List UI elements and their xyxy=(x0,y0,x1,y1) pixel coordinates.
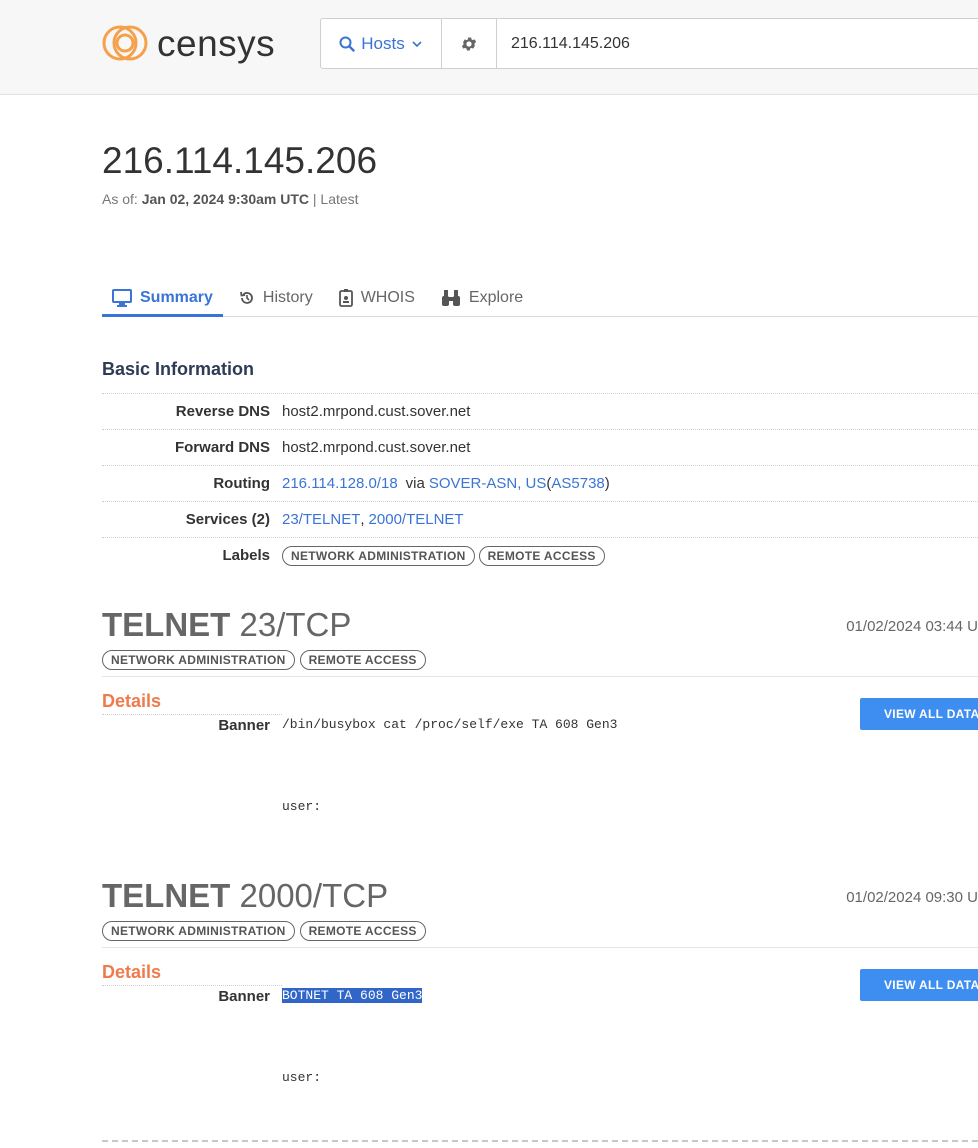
details-title: Details xyxy=(102,691,282,715)
service-link-2000[interactable]: 2000/TELNET xyxy=(369,511,464,528)
reverse-dns-value: host2.mrpond.cust.sover.net xyxy=(282,403,471,420)
search-input[interactable] xyxy=(497,19,978,68)
search-type-dropdown[interactable]: Hosts xyxy=(321,19,442,68)
services-separator: , xyxy=(360,511,365,528)
label-pill[interactable]: NETWORK ADMINISTRATION xyxy=(282,545,475,566)
banner-key: Banner xyxy=(218,717,270,734)
service-block-2000: TELNET 2000/TCP 01/02/2024 09:30 U NETWO… xyxy=(102,877,978,1085)
asn-number-link[interactable]: AS5738 xyxy=(551,475,604,492)
gear-icon xyxy=(461,36,477,51)
tab-explore-label: Explore xyxy=(468,289,524,306)
binoculars-icon xyxy=(441,290,460,306)
search-icon xyxy=(339,36,355,52)
banner-row: Banner /bin/busybox cat /proc/self/exe T… xyxy=(102,717,978,814)
tab-whois-label: WHOIS xyxy=(360,289,415,306)
service-port: 23/TCP xyxy=(239,606,352,643)
page-title: 216.114.145.206 xyxy=(102,140,378,181)
asn-close-paren: ) xyxy=(604,475,610,492)
label-pill[interactable]: NETWORK ADMINISTRATION xyxy=(102,650,295,670)
divider xyxy=(102,676,978,677)
monitor-icon xyxy=(112,289,132,307)
info-key: Services (2) xyxy=(185,511,270,528)
id-badge-icon xyxy=(338,289,353,307)
info-key: Reverse DNS xyxy=(175,403,270,420)
search-bar: Hosts xyxy=(320,18,978,69)
selected-text[interactable]: BOTNET TA 608 Gen3 xyxy=(282,988,423,1003)
routing-via-text: via xyxy=(405,475,425,492)
service-port: 2000/TCP xyxy=(239,877,389,914)
banner-row: Banner BOTNET TA 608 Gen3 user: xyxy=(102,988,978,1085)
service-labels: NETWORK ADMINISTRATION REMOTE ACCESS xyxy=(102,650,978,670)
details-title: Details xyxy=(102,962,282,986)
banner-line: user: xyxy=(282,1069,322,1085)
top-bar: censys Hosts xyxy=(0,0,978,95)
tab-summary[interactable]: Summary xyxy=(102,282,223,317)
banner-value: BOTNET TA 608 Gen3 user: xyxy=(282,988,423,1085)
banner-value: /bin/busybox cat /proc/self/exe TA 608 G… xyxy=(282,717,617,814)
info-row-labels: Labels NETWORK ADMINISTRATION REMOTE ACC… xyxy=(102,537,978,573)
service-labels: NETWORK ADMINISTRATION REMOTE ACCESS xyxy=(102,921,978,941)
service-protocol: TELNET xyxy=(102,606,231,643)
service-timestamp: 01/02/2024 03:44 U xyxy=(846,618,978,635)
info-row-services: Services (2) 23/TELNET, 2000/TELNET xyxy=(102,501,978,537)
info-key: Routing xyxy=(213,475,270,492)
service-protocol: TELNET xyxy=(102,877,231,914)
tab-summary-label: Summary xyxy=(140,289,213,306)
as-of-date: Jan 02, 2024 9:30am UTC xyxy=(141,191,310,207)
info-row-routing: Routing 216.114.128.0/18 via SOVER-ASN, … xyxy=(102,465,978,501)
labels-value: NETWORK ADMINISTRATION REMOTE ACCESS xyxy=(282,545,605,566)
banner-line: /bin/busybox cat /proc/self/exe TA 608 G… xyxy=(282,717,618,732)
service-link-23[interactable]: 23/TELNET xyxy=(282,511,360,528)
services-value: 23/TELNET, 2000/TELNET xyxy=(282,511,464,528)
as-of-timestamp: As of: Jan 02, 2024 9:30am UTC | Latest xyxy=(102,191,359,207)
label-pill[interactable]: REMOTE ACCESS xyxy=(299,650,426,670)
basic-info-title: Basic Information xyxy=(102,359,255,379)
section-divider xyxy=(102,1140,978,1142)
as-of-suffix: | Latest xyxy=(312,191,359,207)
host-tabs: Summary History WHOIS Explore xyxy=(102,282,978,317)
routing-value: 216.114.128.0/18 via SOVER-ASN, US(AS573… xyxy=(282,475,610,492)
info-row-reverse-dns: Reverse DNS host2.mrpond.cust.sover.net xyxy=(102,393,978,429)
censys-logo-icon xyxy=(102,25,148,61)
info-row-forward-dns: Forward DNS host2.mrpond.cust.sover.net xyxy=(102,429,978,465)
asn-name-link[interactable]: SOVER-ASN, US xyxy=(429,475,547,492)
label-pill[interactable]: REMOTE ACCESS xyxy=(299,921,426,941)
info-key: Forward DNS xyxy=(174,439,270,456)
label-pill[interactable]: NETWORK ADMINISTRATION xyxy=(102,921,295,941)
basic-info-table: Reverse DNS host2.mrpond.cust.sover.net … xyxy=(102,393,978,573)
label-pill[interactable]: REMOTE ACCESS xyxy=(478,545,605,566)
censys-logo[interactable]: censys xyxy=(101,22,275,64)
logo-text: censys xyxy=(157,22,276,64)
forward-dns-value: host2.mrpond.cust.sover.net xyxy=(282,439,471,456)
view-all-data-button[interactable]: VIEW ALL DATA xyxy=(860,698,978,730)
tab-explore[interactable]: Explore xyxy=(431,282,533,314)
tab-history[interactable]: History xyxy=(229,282,323,314)
chevron-down-icon xyxy=(412,40,422,47)
routing-prefix-link[interactable]: 216.114.128.0/18 xyxy=(282,475,398,492)
info-key: Labels xyxy=(222,547,270,564)
search-type-label: Hosts xyxy=(361,33,405,53)
view-all-data-button[interactable]: VIEW ALL DATA xyxy=(860,969,978,1001)
tab-history-label: History xyxy=(262,289,313,306)
banner-line: user: xyxy=(282,798,322,814)
search-settings-button[interactable] xyxy=(442,19,497,68)
banner-line[interactable]: BOTNET TA 608 Gen3 xyxy=(282,988,423,1004)
service-timestamp: 01/02/2024 09:30 U xyxy=(846,889,978,906)
divider xyxy=(102,947,978,948)
history-icon xyxy=(240,291,253,304)
service-block-23: TELNET 23/TCP 01/02/2024 03:44 U NETWORK… xyxy=(102,606,978,814)
banner-key: Banner xyxy=(218,988,270,1005)
as-of-label: As of: xyxy=(102,191,138,207)
tab-whois[interactable]: WHOIS xyxy=(329,282,425,314)
